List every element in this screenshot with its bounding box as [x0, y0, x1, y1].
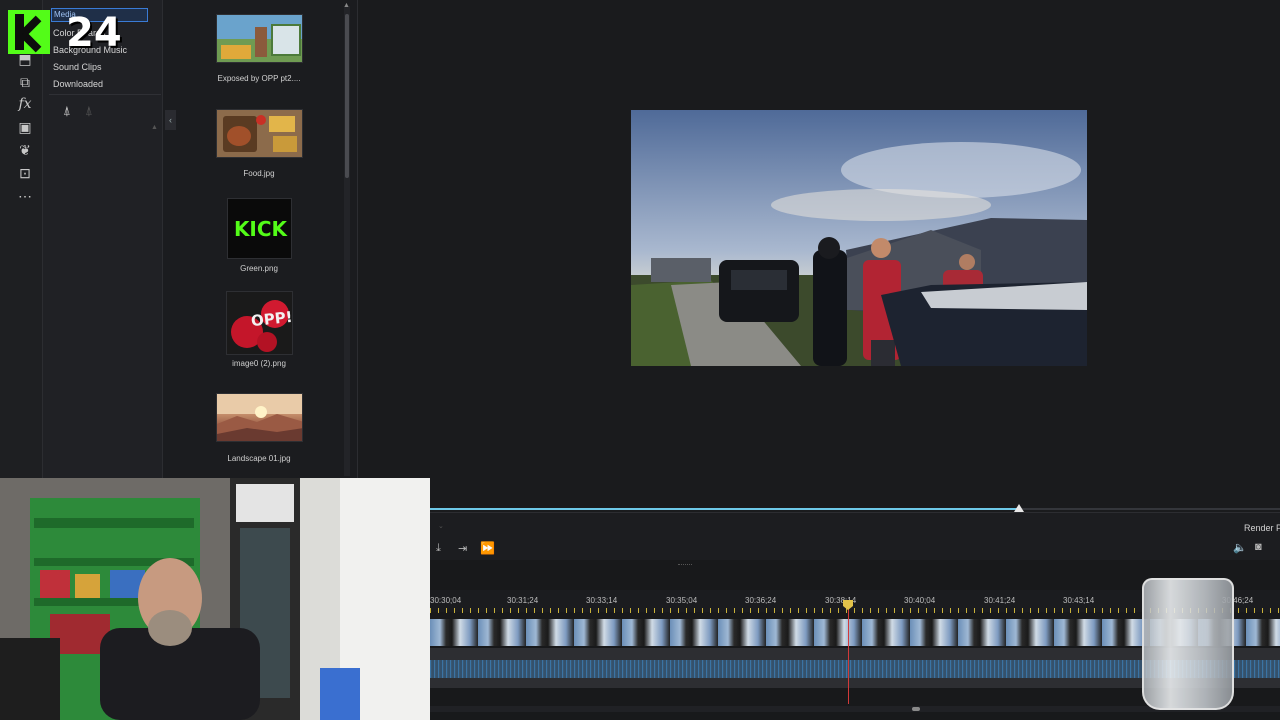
volume-icon[interactable]: 🔈	[1233, 541, 1247, 554]
category-scroll-up-icon[interactable]: ▲	[151, 124, 158, 131]
timeline-playhead[interactable]	[848, 600, 849, 704]
title-icon[interactable]: ⊡	[14, 164, 36, 182]
more-icon[interactable]: ⋯	[14, 187, 36, 205]
kick-logo-text: KICK	[233, 217, 288, 241]
library-scroll-up-icon[interactable]: ▲	[343, 2, 351, 10]
ruler-tick-label: 30:33;14	[586, 596, 618, 605]
effects-fx-icon[interactable]: fx	[14, 95, 36, 113]
library-scroll-thumb[interactable]	[345, 14, 349, 178]
library-item-thumbnail[interactable]	[216, 393, 303, 442]
category-sound-clips[interactable]: Sound Clips	[53, 62, 102, 72]
category-divider	[49, 94, 161, 95]
ruler-tick-label: 30:36;24	[745, 596, 777, 605]
pip-objects-icon[interactable]: ▣	[14, 118, 36, 136]
fast-forward-icon[interactable]: ⏩	[480, 541, 495, 555]
library-item-caption: image0 (2).png	[232, 359, 286, 368]
library-item-thumbnail[interactable]	[216, 14, 303, 63]
ruler-tick-label: 30:30;04	[430, 596, 462, 605]
zoom-select[interactable]: ⌄	[438, 522, 492, 534]
library-item-thumbnail[interactable]	[216, 109, 303, 158]
transition-icon[interactable]: ⧉	[14, 73, 36, 91]
particle-icon[interactable]: ❦	[14, 141, 36, 159]
webcam-overlay	[0, 478, 430, 720]
library-item-caption: Exposed by OPP pt2....	[217, 74, 301, 83]
logo-number: 24	[66, 10, 122, 56]
timeline-scroll-thumb[interactable]	[912, 707, 920, 711]
category-menu: Media Color Boards Background Music Soun…	[43, 0, 163, 478]
library-item-thumbnail[interactable]: OPP!	[226, 291, 293, 355]
channel-logo: 24	[8, 8, 126, 58]
render-preview-button[interactable]: Render Pr	[1244, 523, 1280, 533]
preview-video-frame[interactable]	[631, 110, 1087, 366]
playback-controls	[430, 512, 1280, 562]
library-item-caption: Green.png	[240, 264, 278, 273]
ruler-tick-label: 30:43;14	[1063, 596, 1095, 605]
kick-k-icon	[8, 10, 50, 54]
category-downloaded[interactable]: Downloaded	[53, 79, 103, 89]
ruler-tick-label: 30:35;04	[666, 596, 698, 605]
ruler-tick-label: 30:31;24	[507, 596, 539, 605]
collapse-panel-button[interactable]: ‹	[165, 110, 176, 130]
ruler-tick-label: 30:40;04	[904, 596, 936, 605]
next-frame-icon[interactable]: ⇥	[458, 542, 467, 555]
library-item-caption: Landscape 01.jpg	[227, 454, 291, 463]
drinking-glass	[1142, 578, 1234, 710]
snapshot-frame-icon[interactable]: ⤓	[436, 542, 441, 555]
add-tag-icon[interactable]: ⍋	[63, 103, 71, 119]
camera-snapshot-icon[interactable]: ◙	[1255, 541, 1262, 553]
library-item-caption: Food.jpg	[243, 169, 275, 178]
ruler-tick-label: 30:41;24	[984, 596, 1016, 605]
tool-rail: ⬒ ⧉ fx ▣ ❦ ⊡ ⋯	[0, 0, 43, 478]
timeline-resize-handle[interactable]	[678, 564, 692, 567]
library-item-thumbnail[interactable]: KICK	[227, 198, 292, 259]
remove-tag-icon[interactable]: ⍋	[85, 103, 93, 119]
seekbar-handle[interactable]	[1014, 504, 1025, 512]
preview-seekbar-progress	[430, 508, 1020, 510]
